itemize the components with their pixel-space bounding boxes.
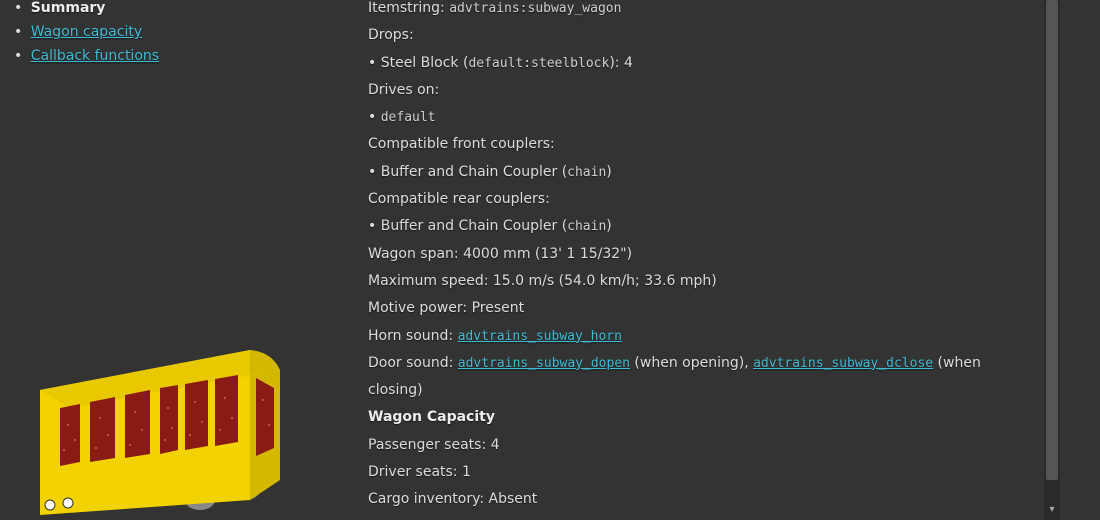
front-coupler-item: • Buffer and Chain Coupler (chain) xyxy=(368,159,1028,186)
page-viewport: • Summary • Wagon capacity • Callback fu… xyxy=(0,0,1060,520)
coupler-code: chain xyxy=(567,219,606,234)
drops-item: • Steel Block (default:steelblock): 4 xyxy=(368,50,1028,77)
bullet-icon: • xyxy=(14,24,22,40)
drop-suffix: ): 4 xyxy=(609,55,633,71)
rear-coupler-item: • Buffer and Chain Coupler (chain) xyxy=(368,213,1028,240)
itemstring-label: Itemstring: xyxy=(368,0,449,16)
drives-on-item: • default xyxy=(368,104,1028,131)
scrollbar-thumb[interactable] xyxy=(1046,0,1058,480)
drop-prefix: • Steel Block ( xyxy=(368,55,468,71)
drives-on-code: default xyxy=(381,110,436,125)
wagon-illustration xyxy=(20,330,300,520)
coupler-suffix: ) xyxy=(606,218,611,234)
scrollbar-down-arrow-icon[interactable]: ▾ xyxy=(1046,504,1058,516)
toc-item-wagon-capacity[interactable]: • Wagon capacity xyxy=(14,24,334,40)
door-close-link[interactable]: advtrains_subway_dclose xyxy=(753,356,933,371)
coupler-code: chain xyxy=(567,165,606,180)
drives-on-prefix: • xyxy=(368,109,381,125)
coupler-text: • Buffer and Chain Coupler ( xyxy=(368,164,567,180)
door-open-suffix: (when opening), xyxy=(630,355,753,371)
drives-on-label: Drives on: xyxy=(368,77,1028,104)
toc-link[interactable]: Wagon capacity xyxy=(31,24,142,40)
drops-label: Drops: xyxy=(368,22,1028,49)
door-open-link[interactable]: advtrains_subway_dopen xyxy=(458,356,630,371)
itemstring-row: Itemstring: advtrains:subway_wagon xyxy=(368,0,1028,22)
front-couplers-label: Compatible front couplers: xyxy=(368,131,1028,158)
max-speed: Maximum speed: 15.0 m/s (54.0 km/h; 33.6… xyxy=(368,268,1028,295)
door-sound-label: Door sound: xyxy=(368,355,458,371)
horn-sound-row: Horn sound: advtrains_subway_horn xyxy=(368,323,1028,350)
sidebar-toc: • Summary • Wagon capacity • Callback fu… xyxy=(14,0,334,72)
motive-power: Motive power: Present xyxy=(368,295,1028,322)
bullet-icon: • xyxy=(14,48,22,64)
wagon-capacity-heading: Wagon Capacity xyxy=(368,404,1028,431)
main-content: Itemstring: advtrains:subway_wagon Drops… xyxy=(368,0,1028,514)
coupler-suffix: ) xyxy=(606,164,611,180)
cargo-inventory: Cargo inventory: Absent xyxy=(368,486,1028,513)
coupler-text: • Buffer and Chain Coupler ( xyxy=(368,218,567,234)
horn-sound-link[interactable]: advtrains_subway_horn xyxy=(458,329,622,344)
horn-sound-label: Horn sound: xyxy=(368,328,458,344)
itemstring-value: advtrains:subway_wagon xyxy=(449,1,621,16)
bullet-icon: • xyxy=(14,0,22,16)
toc-item-summary[interactable]: • Summary xyxy=(14,0,334,16)
passenger-seats: Passenger seats: 4 xyxy=(368,432,1028,459)
rear-couplers-label: Compatible rear couplers: xyxy=(368,186,1028,213)
toc-item-callback-functions[interactable]: • Callback functions xyxy=(14,48,334,64)
scrollbar-track[interactable]: ▾ xyxy=(1044,0,1060,520)
wagon-span: Wagon span: 4000 mm (13' 1 15/32") xyxy=(368,241,1028,268)
window-right-margin xyxy=(1076,0,1100,520)
toc-label: Summary xyxy=(31,0,106,16)
driver-seats: Driver seats: 1 xyxy=(368,459,1028,486)
drop-code: default:steelblock xyxy=(468,56,609,71)
toc-link[interactable]: Callback functions xyxy=(31,48,159,64)
door-sound-row: Door sound: advtrains_subway_dopen (when… xyxy=(368,350,1028,405)
